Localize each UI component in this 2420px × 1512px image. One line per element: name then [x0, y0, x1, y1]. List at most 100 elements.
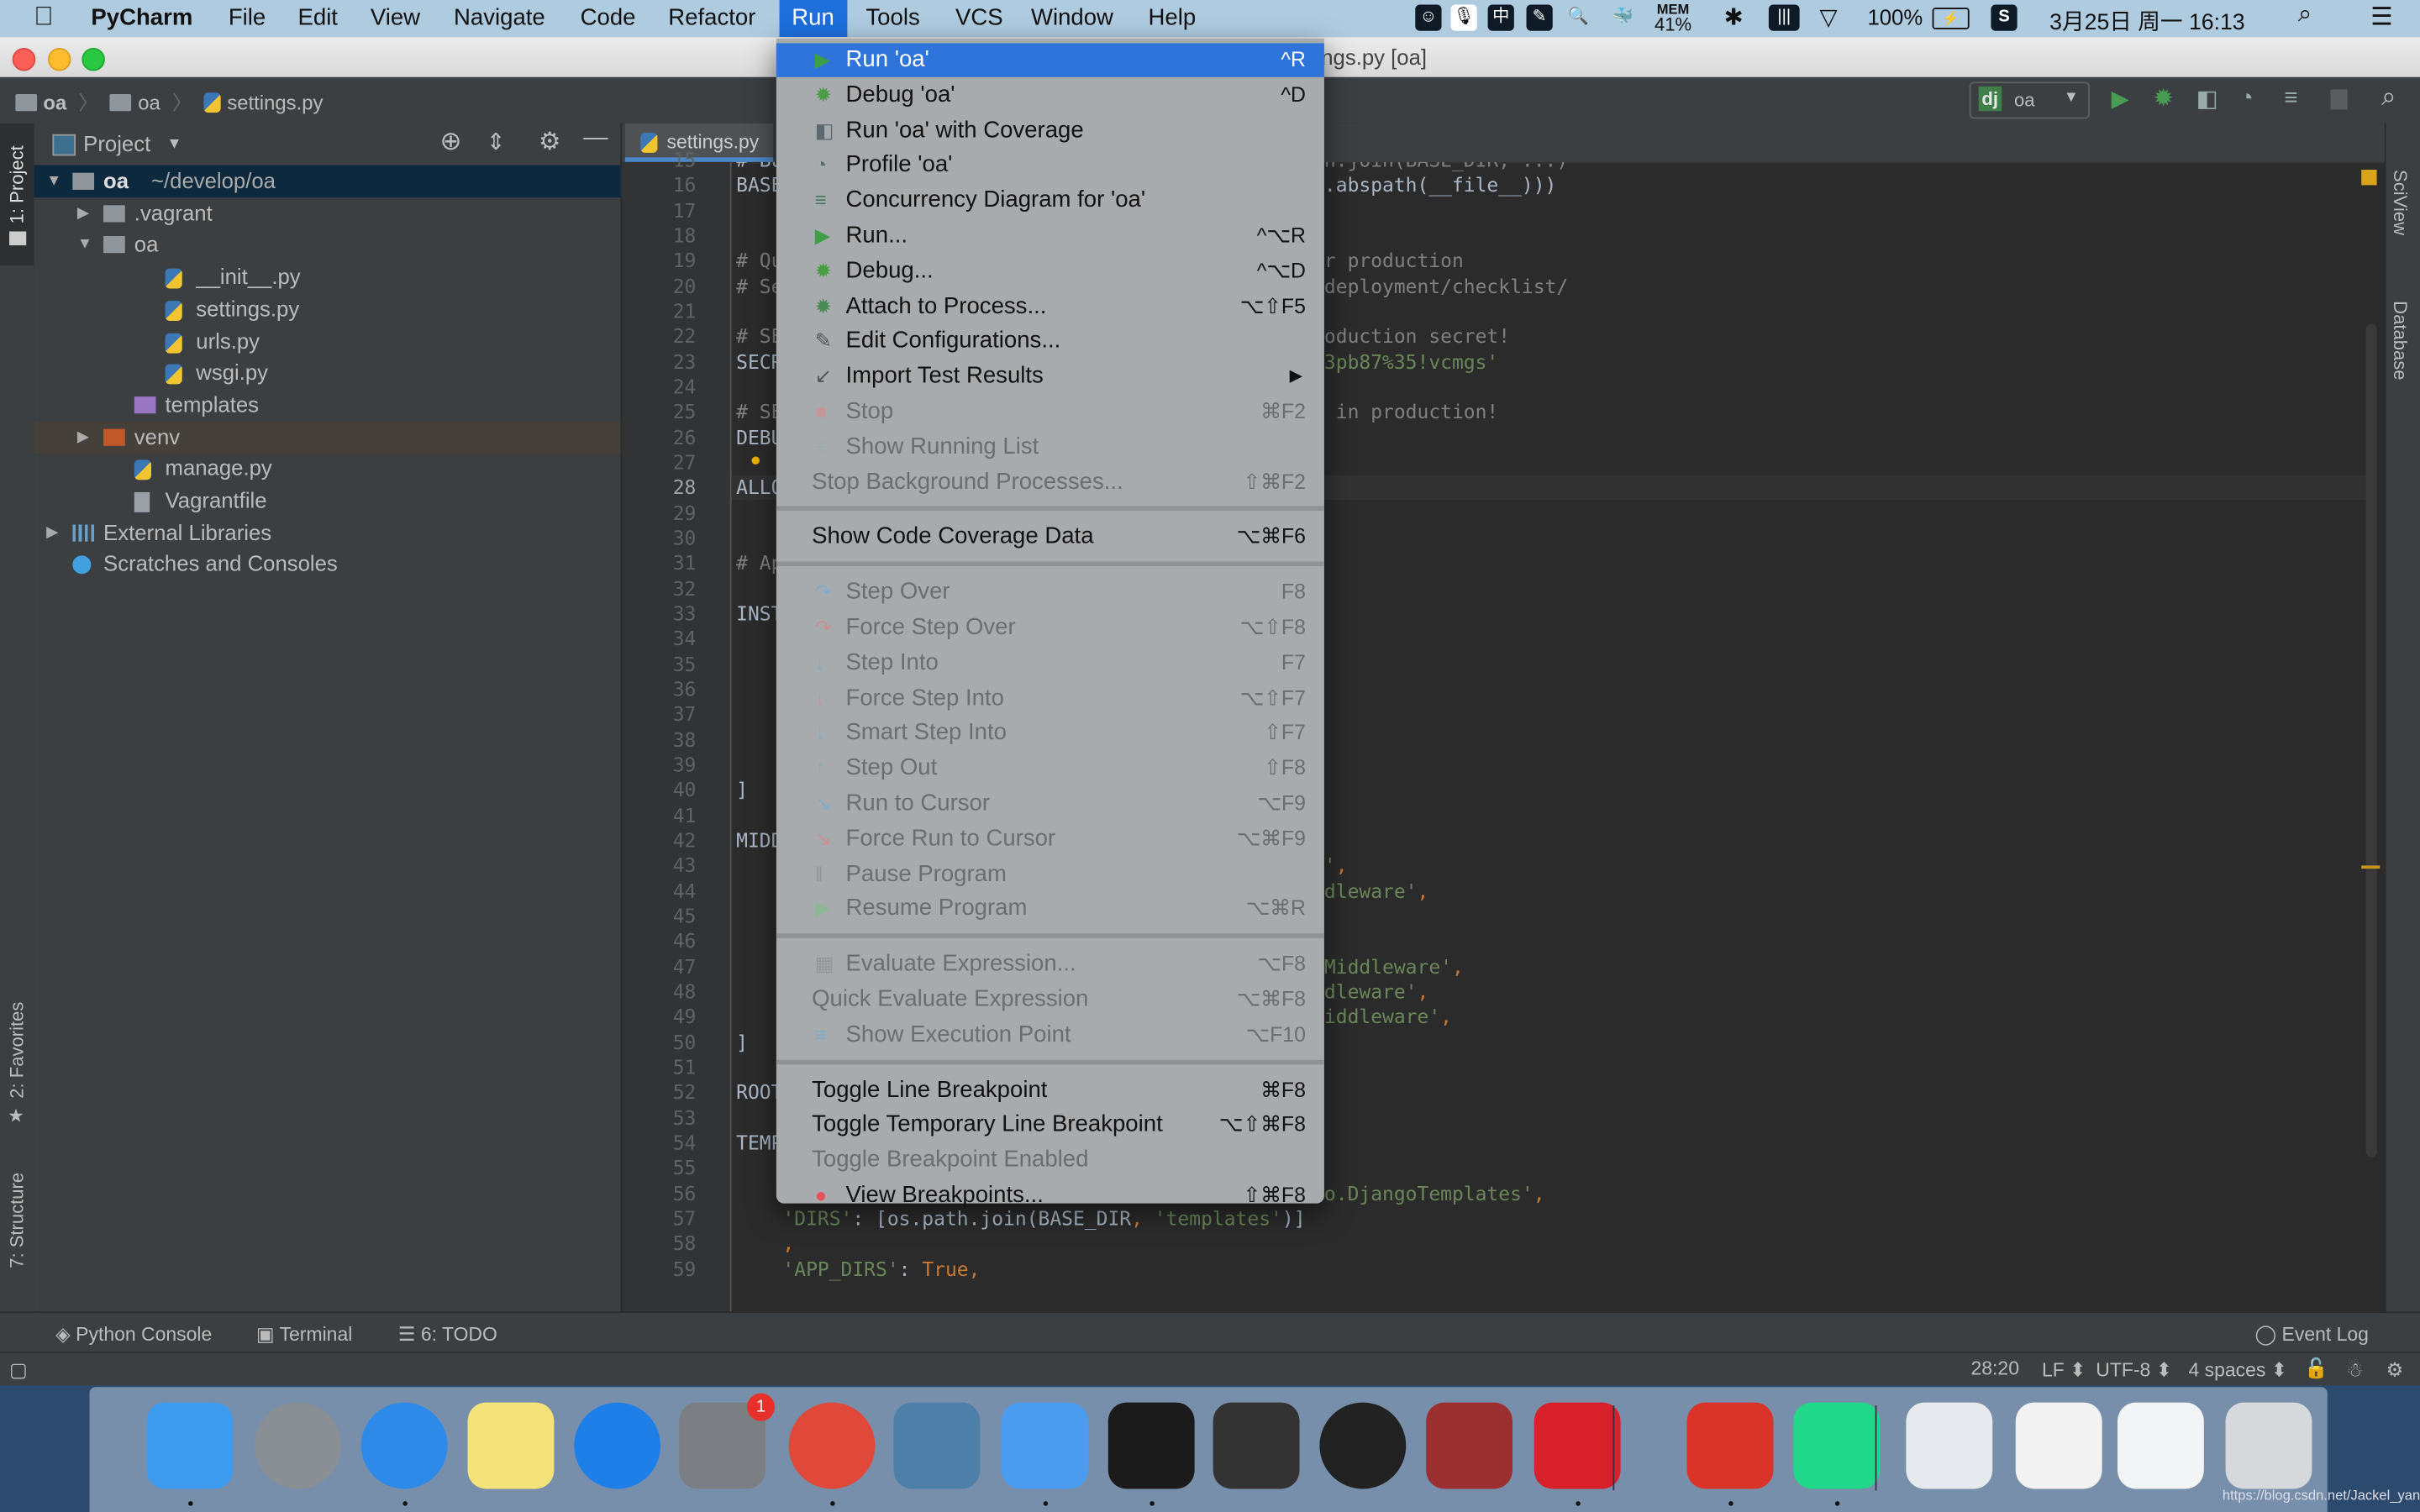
menu-item-toggle-line-breakpoint[interactable]: Toggle Line Breakpoint ⌘F8 [776, 1074, 1324, 1107]
search-icon[interactable]: ⌕ [2381, 81, 2396, 113]
database-tool-button[interactable]: Database [2386, 270, 2420, 393]
menu-vcs[interactable]: VCS [955, 5, 1003, 31]
terminal-button[interactable]: ▣ Terminal [256, 1322, 352, 1346]
error-stripe-marker[interactable] [2361, 865, 2381, 869]
stop-icon[interactable] [2330, 89, 2348, 110]
tab-settings-py[interactable]: settings.py [624, 123, 774, 162]
apple-icon[interactable]:  [34, 2, 53, 33]
profile-icon[interactable]: ◔ [2239, 85, 2254, 111]
dock-system-preferences-icon[interactable]: 1 [679, 1393, 776, 1489]
project-tool-button[interactable]: 1: Project [0, 123, 34, 265]
memory-icon[interactable]: ⚙ [2386, 1357, 2404, 1381]
dock-finder-icon[interactable] [146, 1402, 234, 1489]
dock-trash-icon[interactable] [2225, 1402, 2312, 1489]
menu-file[interactable]: File [229, 5, 266, 31]
tree-item[interactable]: settings.py [34, 293, 620, 326]
project-view-select[interactable]: Project [83, 131, 150, 155]
chevron-right-icon[interactable]: ▶ [77, 421, 89, 454]
notification-list-icon[interactable]: ☰ [2370, 2, 2392, 33]
breadcrumb-project[interactable]: oa [15, 91, 66, 114]
spotlight-icon[interactable]: ⌕ [2298, 2, 2312, 29]
menu-window[interactable]: Window [1031, 5, 1113, 31]
menu-item-debug-oa[interactable]: ✹ Debug 'oa' ^D [776, 78, 1324, 112]
favorites-tool-button[interactable]: 2: Favorites ★ [0, 988, 34, 1134]
dock-chrome-icon[interactable] [788, 1402, 876, 1489]
menu-refactor[interactable]: Refactor [668, 5, 755, 31]
event-log-button[interactable]: ◯ Event Log [2254, 1322, 2368, 1346]
line-separator-select[interactable]: LF ⬍ [2042, 1357, 2086, 1381]
structure-tool-button[interactable]: 7: Structure [0, 1158, 34, 1281]
dock-app-store-icon[interactable] [574, 1402, 661, 1489]
hide-panel-icon[interactable]: — [583, 125, 608, 153]
menu-item-view-breakpoints[interactable]: ● View Breakpoints... ⇧⌘F8 [776, 1179, 1324, 1212]
todo-button[interactable]: ☰ 6: TODO [398, 1322, 497, 1346]
menu-item-concurrency-diagram-for-oa[interactable]: ≡ Concurrency Diagram for 'oa' [776, 184, 1324, 218]
menu-item-run[interactable]: ▶ Run... ^⌥R [776, 219, 1324, 253]
dock-safari-icon[interactable] [360, 1402, 448, 1489]
debug-icon[interactable]: ✹ [2153, 83, 2174, 114]
chevron-down-icon[interactable]: ▼ [77, 229, 92, 262]
menu-item-run-oa-with-coverage[interactable]: ◧ Run 'oa' with Coverage [776, 113, 1324, 147]
battery-icon[interactable]: ⚡ [1932, 8, 1970, 29]
python-console-button[interactable]: ◈ Python Console [55, 1322, 212, 1346]
vertical-scrollbar[interactable] [2365, 323, 2377, 1158]
inspection-status-icon[interactable] [2361, 170, 2377, 186]
inspector-icon[interactable]: ☃ [2346, 1357, 2364, 1381]
breadcrumb-package[interactable]: oa [110, 91, 160, 114]
dock-terminal-icon[interactable] [1107, 1402, 1195, 1489]
dock-document-folder-icon[interactable] [1906, 1402, 1993, 1489]
menu-item-toggle-temporary-line-breakpoint[interactable]: Toggle Temporary Line Breakpoint ⌥⇧⌘F8 [776, 1108, 1324, 1142]
tree-item[interactable]: wsgi.py [34, 357, 620, 390]
dock-window-preview-icon[interactable] [2118, 1402, 2204, 1489]
wifi-icon[interactable]: ▽ [1820, 3, 1838, 31]
dock-txt-editor-icon[interactable] [1213, 1402, 1300, 1489]
tree-item[interactable]: Vagrantfile [34, 485, 620, 517]
indent-select[interactable]: 4 spaces ⬍ [2188, 1357, 2287, 1381]
concurrency-icon[interactable]: ≡ [2284, 85, 2297, 111]
dock-activity-monitor-icon[interactable] [1319, 1402, 1407, 1489]
bluetooth-icon[interactable]: ✱ [1724, 3, 1744, 31]
chinese-input-icon[interactable]: 中 [1487, 4, 1514, 31]
tree-item[interactable]: Scratches and Consoles [34, 549, 620, 581]
tree-item[interactable]: urls.py [34, 325, 620, 358]
caret-position[interactable]: 28:20 [1971, 1357, 2019, 1379]
s-app-icon[interactable]: S [1991, 4, 2018, 31]
pen-icon[interactable]: ✎ [1526, 4, 1553, 31]
tree-item[interactable]: manage.py [34, 453, 620, 486]
dock-youdao-window-icon[interactable] [2015, 1402, 2102, 1489]
dock-list-app-icon[interactable] [893, 1402, 981, 1489]
locate-icon[interactable]: ⊕ [439, 127, 461, 158]
gear-icon[interactable]: ⚙ [539, 127, 560, 158]
chevron-right-icon[interactable]: ▶ [46, 517, 58, 549]
tree-item[interactable]: ▶ External Libraries [34, 517, 620, 549]
breadcrumb-file[interactable]: settings.py [203, 91, 323, 114]
menu-item-show-code-coverage-data[interactable]: Show Code Coverage Data ⌥⌘F6 [776, 521, 1324, 554]
menu-item-import-test-results[interactable]: ↙ Import Test Results ▶ [776, 360, 1324, 393]
smiley-icon[interactable]: ☺ [1415, 4, 1442, 31]
close-window-button[interactable] [12, 47, 36, 71]
chevron-down-icon[interactable]: ▼ [46, 165, 61, 198]
battery-cells-icon[interactable]: ||| [1768, 4, 1800, 31]
chevron-right-icon[interactable]: ▶ [77, 197, 89, 230]
menu-help[interactable]: Help [1149, 5, 1197, 31]
encoding-select[interactable]: UTF-8 ⬍ [2096, 1357, 2172, 1381]
tree-item[interactable]: __init__.py [34, 261, 620, 294]
sciview-tool-button[interactable]: SciView [2386, 136, 2420, 244]
menu-run[interactable]: Run [779, 0, 847, 38]
run-configuration-select[interactable]: dj oa ▼ [1969, 81, 2090, 119]
dock-pen-app-icon[interactable] [1002, 1402, 1088, 1489]
tree-item[interactable]: templates [34, 389, 620, 422]
menu-item-edit-configurations[interactable]: ✎ Edit Configurations... [776, 324, 1324, 358]
menu-item-run-oa[interactable]: ▶ Run 'oa' ^R [776, 43, 1324, 77]
menu-view[interactable]: View [371, 5, 420, 31]
minimize-window-button[interactable] [47, 47, 71, 71]
zoom-window-button[interactable] [82, 47, 105, 71]
menu-item-debug[interactable]: ✹ Debug... ^⌥D [776, 255, 1324, 288]
dock-pdf-expert-icon[interactable] [1686, 1402, 1774, 1489]
dock-pycharm-icon[interactable] [1793, 1402, 1881, 1489]
menu-item-attach-to-process[interactable]: ✹ Attach to Process... ⌥⇧F5 [776, 290, 1324, 323]
dock-notes-icon[interactable] [467, 1402, 555, 1489]
menu-edit[interactable]: Edit [297, 5, 337, 31]
chevron-down-icon[interactable]: ▼ [166, 136, 182, 153]
clock[interactable]: 3月25日 周一 16:13 [2049, 5, 2244, 38]
